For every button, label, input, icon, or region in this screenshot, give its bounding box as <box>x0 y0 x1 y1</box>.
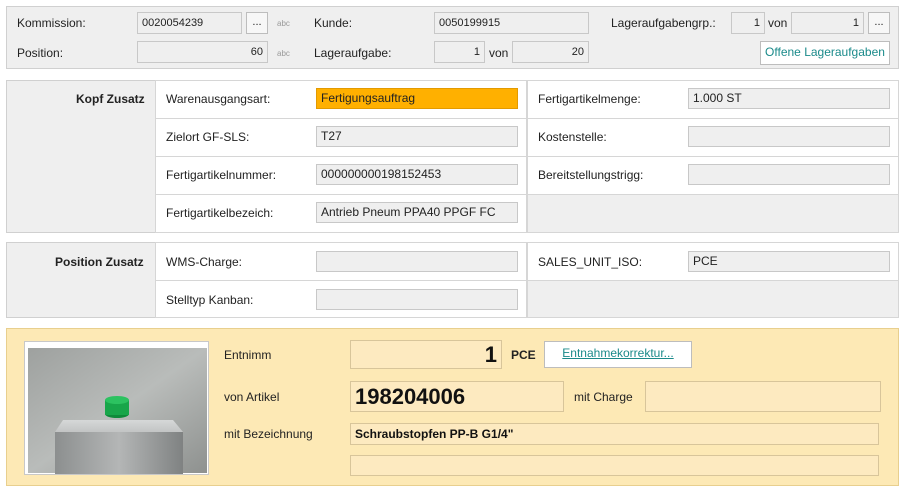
fertigartikelmenge-field[interactable]: 1.000 ST <box>688 88 890 109</box>
kunde-label: Kunde: <box>314 16 353 30</box>
mit-charge-label: mit Charge <box>574 390 633 404</box>
lagergrp-field[interactable]: 1 <box>731 12 765 34</box>
kommission-label: Kommission: <box>17 16 86 30</box>
entnahmekorrektur-button[interactable]: Entnahmekorrektur... <box>544 341 692 368</box>
kostenstelle-label: Kostenstelle: <box>538 130 607 144</box>
fertigartikelnummer-field[interactable]: 000000000198152453 <box>316 164 518 185</box>
fertigartikelbezeich-label: Fertigartikelbezeich: <box>166 206 274 220</box>
article-photo-icon <box>28 348 207 474</box>
kommission-more-button[interactable]: ... <box>246 12 268 34</box>
position-label: Position: <box>17 46 64 60</box>
fertigartikelmenge-label: Fertigartikelmenge: <box>538 92 641 106</box>
bezeichnung-field[interactable]: Schraubstopfen PP-B G1/4" <box>350 423 879 445</box>
stelltyp-kanban-field[interactable] <box>316 289 518 310</box>
position-abc-icon: abc <box>277 49 290 58</box>
mit-bezeichnung-label: mit Bezeichnung <box>224 427 313 441</box>
unit-label: PCE <box>511 348 536 362</box>
offene-lageraufgaben-button[interactable]: Offene Lageraufgaben <box>760 41 890 65</box>
artikel-field[interactable]: 198204006 <box>350 381 564 412</box>
position-zusatz-title: Position Zusatz <box>55 255 144 269</box>
warenausgangsart-label: Warenausgangsart: <box>166 92 271 106</box>
kommission-abc-icon: abc <box>277 19 290 28</box>
lageraufgabe-von-label: von <box>489 46 509 60</box>
position-cell-empty <box>527 280 899 318</box>
kopf-zusatz-title: Kopf Zusatz <box>76 92 145 106</box>
bereitstellungstrigg-label: Bereitstellungstrigg: <box>538 168 644 182</box>
sales-unit-iso-field[interactable]: PCE <box>688 251 890 272</box>
article-image <box>24 341 209 475</box>
kopf-cell-empty <box>527 194 899 233</box>
lagergrp-von-label: von <box>768 16 788 30</box>
lageraufgabe-label: Lageraufgabe: <box>314 46 392 60</box>
kunde-field[interactable]: 0050199915 <box>434 12 589 34</box>
bereitstellungstrigg-field[interactable] <box>688 164 890 185</box>
stelltyp-kanban-label: Stelltyp Kanban: <box>166 293 254 307</box>
lageraufgabe-von-field[interactable]: 20 <box>512 41 589 63</box>
fertigartikelnummer-label: Fertigartikelnummer: <box>166 168 277 182</box>
wms-charge-field[interactable] <box>316 251 518 272</box>
zielort-field[interactable]: T27 <box>316 126 518 147</box>
lageraufgabe-field[interactable]: 1 <box>434 41 485 63</box>
zielort-label: Zielort GF-SLS: <box>166 130 250 144</box>
charge-field[interactable] <box>645 381 881 412</box>
lagergrp-more-button[interactable]: ... <box>868 12 890 34</box>
bezeichnung2-field[interactable] <box>350 455 879 476</box>
sales-unit-iso-label: SALES_UNIT_ISO: <box>538 255 643 269</box>
wms-charge-label: WMS-Charge: <box>166 255 243 269</box>
von-artikel-label: von Artikel <box>224 390 280 404</box>
position-field[interactable]: 60 <box>137 41 268 63</box>
lagergrp-label: Lageraufgabengrp.: <box>611 16 716 30</box>
quantity-field[interactable]: 1 <box>350 340 502 369</box>
fertigartikelbezeich-field[interactable]: Antrieb Pneum PPA40 PPGF FC <box>316 202 518 223</box>
warenausgangsart-field[interactable]: Fertigungsauftrag <box>316 88 518 109</box>
kommission-field[interactable]: 0020054239 <box>137 12 242 34</box>
lagergrp-von-field[interactable]: 1 <box>791 12 864 34</box>
kostenstelle-field[interactable] <box>688 126 890 147</box>
entnimm-label: Entnimm <box>224 348 272 362</box>
